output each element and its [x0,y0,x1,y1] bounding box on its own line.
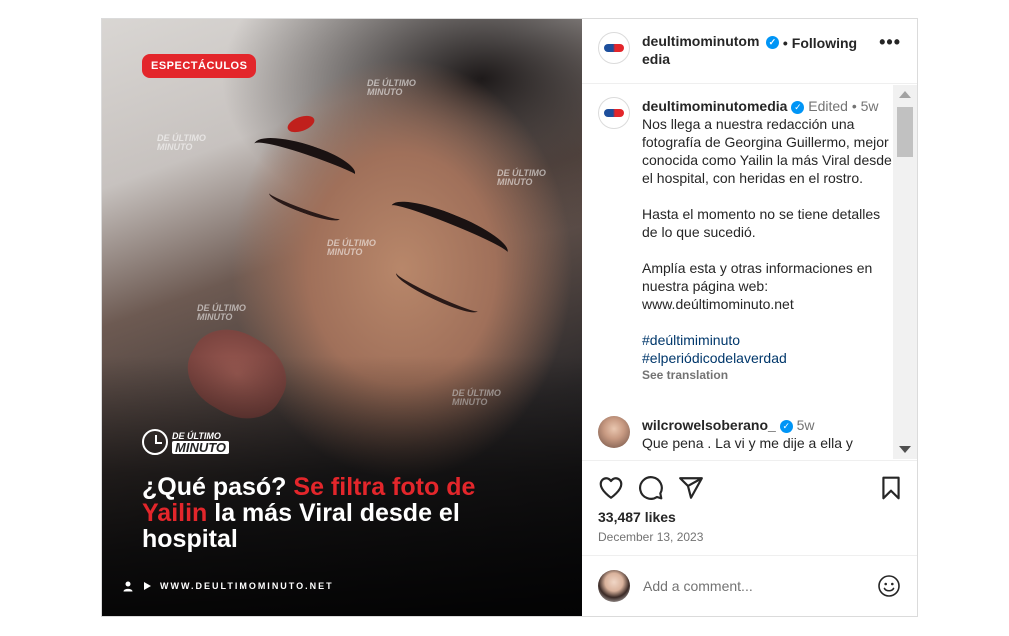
add-comment-bar [582,555,917,616]
category-badge: ESPECTÁCULOS [142,54,257,78]
logo-text: MINUTO [172,440,230,454]
user-icon [123,581,133,592]
author-avatar[interactable] [598,32,630,64]
heart-icon[interactable] [598,475,624,501]
clock-icon [142,429,168,455]
hashtag-link[interactable]: #elperiódicodelaverdad [642,349,892,367]
author-username[interactable]: deultimominutomedia [642,32,760,68]
emoji-icon[interactable] [877,574,901,598]
post-sidebar: deultimominutomedia ✓ • Following ••• de… [582,19,917,616]
face-detail [266,186,343,226]
scrollbar[interactable] [893,85,917,459]
edited-label: Edited [808,98,848,114]
caption-body: deultimominutomedia ✓ Edited • 5w Nos ll… [642,97,892,383]
play-icon [144,582,151,590]
author-avatar[interactable] [598,97,630,129]
brand-logo: DE ÚLTIMO MINUTO [142,429,230,455]
logo-text: DE ÚLTIMO [172,430,221,441]
brand-mark-icon [604,44,624,52]
caption-username[interactable]: deultimominutomedia [642,98,787,114]
current-user-avatar [598,570,630,602]
commenter-username[interactable]: wilcrowelsoberano_ [642,417,776,433]
comment-item: wilcrowelsoberano_ ✓ 5w Que pena . La vi… [598,416,893,452]
comment-text: Que pena . La vi y me dije a ella y [642,435,853,451]
verified-icon: ✓ [791,100,805,114]
caption-paragraph: Hasta el momento no se tiene detalles de… [642,206,881,240]
see-translation-link[interactable]: See translation [642,367,892,383]
comment-input[interactable] [643,578,863,594]
more-horizontal-icon[interactable]: ••• [879,32,901,53]
watermark: DE ÚLTIMO MINUTO [452,388,501,407]
post-header: deultimominutomedia ✓ • Following ••• [582,19,917,84]
post-dialog: DE ÚLTIMO MINUTO DE ÚLTIMO MINUTO DE ÚLTIM… [101,18,918,617]
hashtag-link[interactable]: #deúltimiminuto [642,331,892,349]
image-footer: WWW.DEULTIMOMINUTO.NET [122,580,334,592]
caption-time[interactable]: 5w [861,98,879,114]
watermark: DE ÚLTIMO MINUTO [367,78,416,97]
post-caption: deultimominutomedia ✓ Edited • 5w Nos ll… [598,97,893,383]
page: DE ÚLTIMO MINUTO DE ÚLTIMO MINUTO DE ÚLTIM… [0,0,1009,636]
commenter-avatar[interactable] [598,416,630,448]
separator: • [851,98,857,114]
scroll-down-arrow-icon[interactable] [899,446,911,453]
footer-url-text: WWW.DEULTIMOMINUTO.NET [160,581,334,591]
scroll-up-arrow-icon[interactable] [899,91,911,98]
brand-mark-icon [604,109,624,117]
watermark: DE ÚLTIMO MINUTO [197,303,246,322]
action-icons [598,475,903,501]
separator: • [782,34,788,51]
caption-paragraph: Nos llega a nuestra redacción una fotogr… [642,116,892,186]
comments-panel[interactable]: deultimominutomedia ✓ Edited • 5w Nos ll… [582,85,917,459]
face-detail [173,314,301,434]
face-detail [392,265,482,319]
verified-icon: ✓ [779,419,793,433]
comment-body: wilcrowelsoberano_ ✓ 5w Que pena . La vi… [642,416,892,452]
likes-count[interactable]: 33,487 likes [598,509,676,525]
bookmark-icon[interactable] [878,475,904,501]
face-detail [385,191,514,267]
face-detail [250,126,359,192]
image-headline: ¿Qué pasó? Se filtra foto de Yailin la m… [142,474,542,552]
headline-text: ¿Qué pasó? [142,473,294,501]
scrollbar-thumb[interactable] [897,107,913,157]
comment-icon[interactable] [638,475,664,501]
post-image[interactable]: DE ÚLTIMO MINUTO DE ÚLTIMO MINUTO DE ÚLTIM… [102,19,582,616]
share-icon[interactable] [678,475,704,501]
header-actions: ✓ • Following ••• [765,32,901,53]
caption-paragraph: Amplía esta y otras informaciones en nue… [642,260,873,312]
watermark: DE ÚLTIMO MINUTO [327,238,376,257]
post-date: December 13, 2023 [598,530,704,544]
watermark: DE ÚLTIMO MINUTO [157,133,206,152]
watermark: DE ÚLTIMO MINUTO [497,168,546,187]
post-actions: 33,487 likes December 13, 2023 [582,460,917,554]
following-button[interactable]: Following [792,35,857,51]
verified-icon: ✓ [765,36,779,49]
comment-time[interactable]: 5w [797,417,815,433]
face-detail [285,112,317,136]
